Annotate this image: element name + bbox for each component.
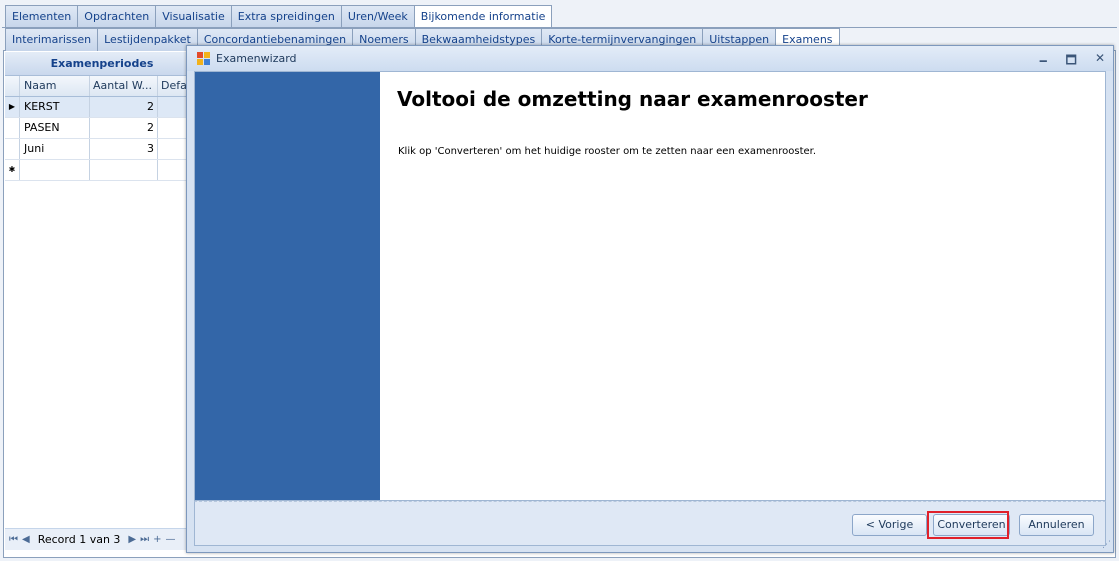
remove-record-icon[interactable]: —: [166, 534, 176, 545]
first-record-icon[interactable]: ⏮: [9, 534, 18, 545]
resize-grip-icon[interactable]: ⋰: [1102, 540, 1111, 550]
convert-button[interactable]: Converteren: [933, 514, 1010, 536]
cell-aantal[interactable]: [90, 160, 158, 180]
next-record-icon[interactable]: ▶: [128, 534, 136, 545]
tab-elementen[interactable]: Elementen: [5, 5, 79, 28]
column-header-naam[interactable]: Naam: [20, 76, 90, 96]
column-header-default[interactable]: Defau: [158, 76, 188, 96]
cell-naam[interactable]: Juni: [20, 139, 90, 159]
grid-header: Naam Aantal W... Defau: [5, 76, 189, 97]
main-tab-strip: Elementen Opdrachten Visualisatie Extra …: [5, 5, 553, 29]
tab-visualisatie[interactable]: Visualisatie: [155, 5, 232, 28]
new-row[interactable]: ✱: [5, 160, 189, 181]
tab-bijkomende-informatie[interactable]: Bijkomende informatie: [413, 5, 553, 29]
table-row[interactable]: PASEN 2: [5, 118, 189, 139]
row-indicator-header: [5, 76, 20, 96]
grid-title: Examenperiodes: [5, 52, 189, 76]
cell-aantal[interactable]: 2: [90, 118, 158, 138]
row-indicator: [5, 118, 20, 138]
cell-aantal[interactable]: 3: [90, 139, 158, 159]
cell-default[interactable]: [158, 160, 188, 180]
wizard-button-bar: < Vorige Converteren Annuleren: [194, 501, 1106, 546]
dialog-titlebar[interactable]: Examenwizard 🗕 🗖 ✕: [187, 46, 1113, 71]
cancel-button[interactable]: Annuleren: [1019, 514, 1094, 536]
tab-interimarissen[interactable]: Interimarissen: [5, 28, 99, 51]
dialog-title: Examenwizard: [216, 52, 297, 65]
record-counter: Record 1 van 3: [37, 533, 121, 546]
table-row[interactable]: ▶ KERST 2: [5, 97, 189, 118]
tab-opdrachten[interactable]: Opdrachten: [77, 5, 157, 28]
tab-lestijdenpakket[interactable]: Lestijdenpakket: [97, 28, 198, 51]
previous-button[interactable]: < Vorige: [852, 514, 927, 536]
row-indicator: [5, 139, 20, 159]
minimize-icon[interactable]: 🗕: [1039, 51, 1048, 72]
app-icon: [197, 51, 211, 66]
maximize-icon[interactable]: 🗖: [1066, 51, 1077, 72]
cell-naam[interactable]: KERST: [20, 97, 90, 117]
cell-naam[interactable]: [20, 160, 90, 180]
close-icon[interactable]: ✕: [1095, 51, 1105, 72]
cell-aantal[interactable]: 2: [90, 97, 158, 117]
cell-default[interactable]: [158, 139, 188, 159]
cell-default[interactable]: [158, 118, 188, 138]
row-indicator: ▶: [5, 97, 20, 117]
cell-default[interactable]: [158, 97, 188, 117]
last-record-icon[interactable]: ⏭: [140, 534, 149, 545]
tab-uren-week[interactable]: Uren/Week: [340, 5, 415, 28]
cell-naam[interactable]: PASEN: [20, 118, 90, 138]
wizard-page: Voltooi de omzetting naar examenrooster …: [194, 71, 1106, 501]
column-header-aantal[interactable]: Aantal W...: [90, 76, 158, 96]
add-record-icon[interactable]: +: [153, 534, 161, 545]
previous-record-icon[interactable]: ◀: [22, 534, 30, 545]
window-controls: 🗕 🗖 ✕: [1039, 51, 1105, 72]
examenwizard-dialog: Examenwizard 🗕 🗖 ✕ Voltooi de omzetting …: [186, 45, 1114, 553]
examenperiodes-grid: Examenperiodes Naam Aantal W... Defau ▶ …: [5, 52, 190, 549]
wizard-side-panel: [195, 72, 380, 500]
wizard-heading: Voltooi de omzetting naar examenrooster: [397, 87, 868, 111]
wizard-description: Klik op 'Converteren' om het huidige roo…: [398, 146, 817, 157]
table-row[interactable]: Juni 3: [5, 139, 189, 160]
record-navigator: ⏮ ◀ Record 1 van 3 ▶ ⏭ + —: [5, 528, 187, 550]
tab-extra-spreidingen[interactable]: Extra spreidingen: [230, 5, 342, 28]
new-row-icon: ✱: [5, 160, 20, 180]
